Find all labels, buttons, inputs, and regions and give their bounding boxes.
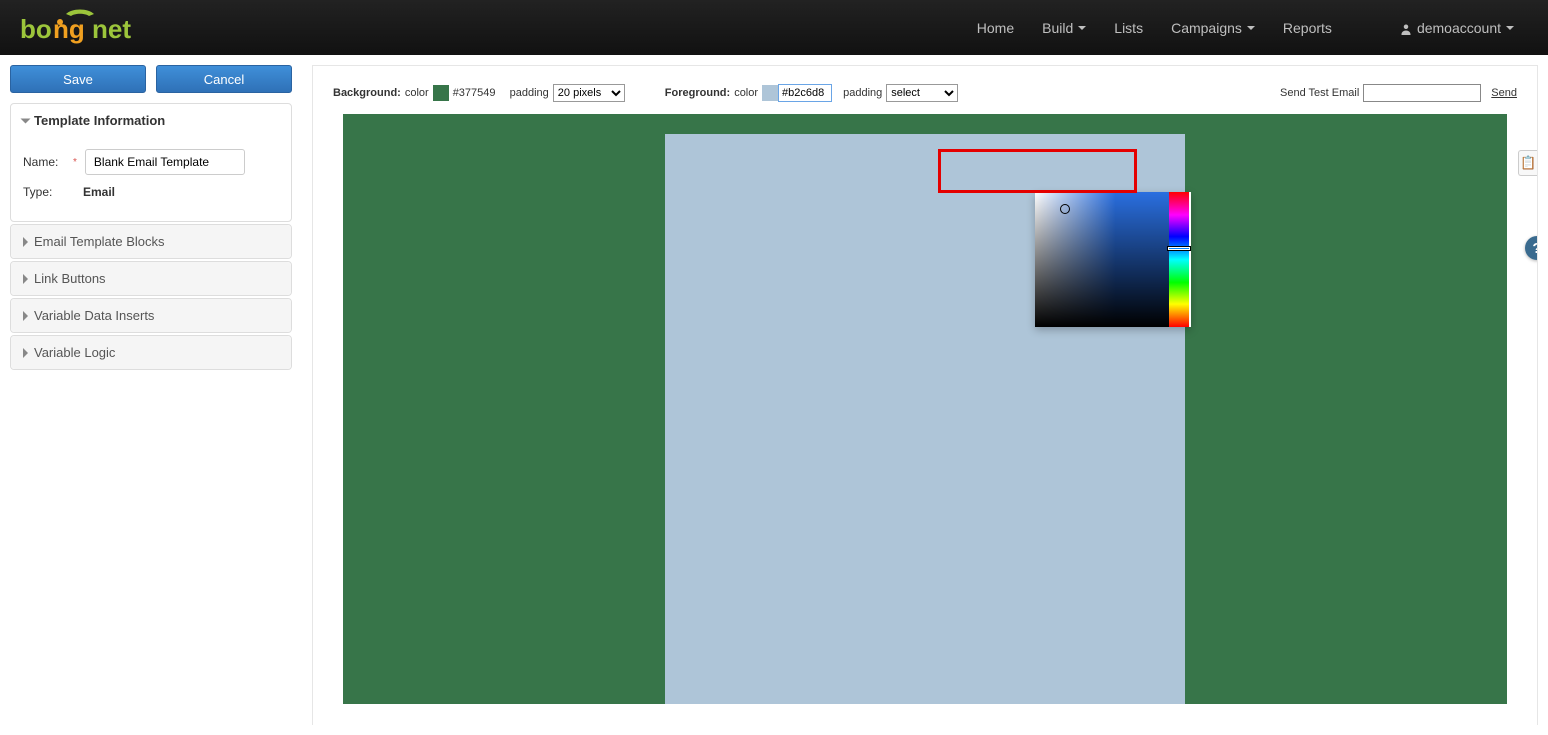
panel-title: Variable Data Inserts <box>34 308 154 323</box>
name-label: Name: <box>23 155 65 169</box>
panel-var-inserts: Variable Data Inserts <box>10 298 292 333</box>
chevron-right-icon <box>23 348 28 358</box>
required-star: * <box>73 157 77 168</box>
color-picker[interactable] <box>1035 192 1191 327</box>
user-icon <box>1400 22 1412 34</box>
panel-head-var-inserts[interactable]: Variable Data Inserts <box>11 299 291 332</box>
bg-color-swatch[interactable] <box>433 85 449 101</box>
caret-down-icon <box>1247 26 1255 30</box>
chevron-down-icon <box>21 118 31 123</box>
color-picker-hue-indicator[interactable] <box>1168 247 1190 250</box>
canvas-background[interactable] <box>343 114 1507 704</box>
send-link[interactable]: Send <box>1491 87 1517 99</box>
background-label: Background: <box>333 87 401 99</box>
top-navbar: bo net ng Home Build Lists Campaigns Rep… <box>0 0 1548 55</box>
panel-head-blocks[interactable]: Email Template Blocks <box>11 225 291 258</box>
padding-label: padding <box>510 87 549 99</box>
panel-template-info: Template Information Name: * Type: Email <box>10 103 292 222</box>
clipboard-tab[interactable]: 📋 <box>1518 150 1538 176</box>
color-label: color <box>734 87 758 99</box>
color-label: color <box>405 87 429 99</box>
type-label: Type: <box>23 185 65 199</box>
canvas-wrap <box>343 114 1507 704</box>
cancel-button[interactable]: Cancel <box>156 65 292 93</box>
editor-main: Background: color #377549 padding 20 pix… <box>312 65 1538 725</box>
foreground-label: Foreground: <box>665 87 730 99</box>
template-name-input[interactable] <box>85 149 245 175</box>
nav-campaigns-label: Campaigns <box>1171 20 1242 36</box>
svg-text:bo: bo <box>20 14 52 44</box>
fg-padding-select[interactable]: select <box>886 84 958 102</box>
bg-padding-select[interactable]: 20 pixels <box>553 84 625 102</box>
panel-title: Variable Logic <box>34 345 115 360</box>
padding-label: padding <box>843 87 882 99</box>
editor-toolbar: Background: color #377549 padding 20 pix… <box>313 66 1537 114</box>
svg-text:net: net <box>92 14 131 44</box>
save-button[interactable]: Save <box>10 65 146 93</box>
nav-account[interactable]: demoaccount <box>1386 12 1528 44</box>
caret-down-icon <box>1506 26 1514 30</box>
nav-build[interactable]: Build <box>1028 12 1100 44</box>
foreground-group: Foreground: color padding select <box>665 84 958 102</box>
clipboard-icon: 📋 <box>1520 155 1536 171</box>
panel-var-logic: Variable Logic <box>10 335 292 370</box>
panel-head-template-info[interactable]: Template Information <box>11 104 291 137</box>
nav-reports[interactable]: Reports <box>1269 12 1346 44</box>
nav-lists[interactable]: Lists <box>1100 12 1157 44</box>
chevron-right-icon <box>23 311 28 321</box>
panel-title: Link Buttons <box>34 271 106 286</box>
color-picker-saturation[interactable] <box>1035 192 1169 327</box>
type-value: Email <box>83 185 115 199</box>
fg-color-swatch[interactable] <box>762 85 778 101</box>
color-picker-cursor[interactable] <box>1060 204 1070 214</box>
chevron-right-icon <box>23 274 28 284</box>
color-picker-hue[interactable] <box>1169 192 1189 327</box>
chevron-right-icon <box>23 237 28 247</box>
background-group: Background: color #377549 padding 20 pix… <box>333 84 625 102</box>
send-test-email-input[interactable] <box>1363 84 1481 102</box>
nav-links: Home Build Lists Campaigns Reports demoa… <box>963 12 1528 44</box>
help-badge[interactable]: ? <box>1525 236 1538 260</box>
caret-down-icon <box>1078 26 1086 30</box>
send-test-label: Send Test Email <box>1280 87 1359 99</box>
panel-head-var-logic[interactable]: Variable Logic <box>11 336 291 369</box>
panel-head-link-buttons[interactable]: Link Buttons <box>11 262 291 295</box>
bg-hex-text: #377549 <box>453 87 496 99</box>
svg-text:ng: ng <box>53 14 85 44</box>
panel-blocks: Email Template Blocks <box>10 224 292 259</box>
fg-hex-input[interactable] <box>778 84 832 102</box>
panel-title: Email Template Blocks <box>34 234 165 249</box>
nav-home[interactable]: Home <box>963 12 1028 44</box>
brand-logo[interactable]: bo net ng <box>20 8 170 48</box>
panel-link-buttons: Link Buttons <box>10 261 292 296</box>
nav-build-label: Build <box>1042 20 1073 36</box>
nav-account-label: demoaccount <box>1417 20 1501 36</box>
panel-title: Template Information <box>34 113 165 128</box>
nav-campaigns[interactable]: Campaigns <box>1157 12 1269 44</box>
